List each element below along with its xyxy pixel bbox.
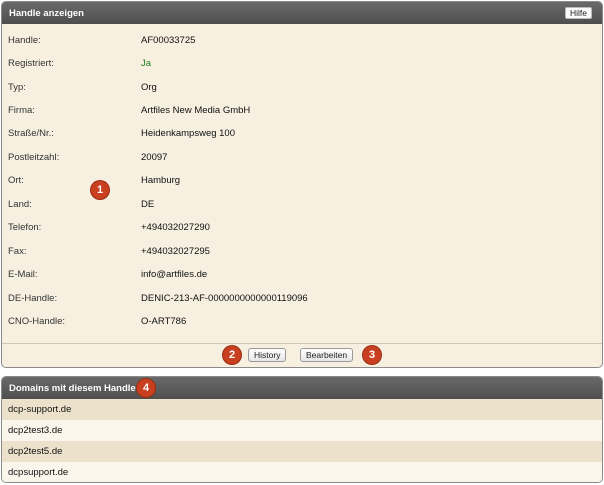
domains-panel: Domains mit diesem Handle 4 dcp-support.…: [1, 376, 603, 483]
help-button[interactable]: Hilfe: [564, 7, 592, 19]
field-label-de-handle: DE-Handle:: [8, 293, 58, 304]
field-row-fax: Fax: +494032027295: [2, 240, 602, 263]
field-value-postcode: 20097: [141, 152, 168, 163]
field-label-country: Land:: [8, 199, 32, 210]
domain-list-item[interactable]: dcp-support.de: [2, 399, 602, 420]
field-value-country: DE: [141, 199, 155, 210]
field-value-email: info@artfiles.de: [141, 269, 208, 280]
field-label-city: Ort:: [8, 175, 24, 186]
history-button[interactable]: History: [248, 348, 287, 362]
field-label-cno-handle: CNO-Handle:: [8, 316, 66, 327]
handle-panel-header: Handle anzeigen Hilfe: [2, 2, 602, 24]
domain-list-item[interactable]: dcp2test3.de: [2, 420, 602, 441]
field-label-phone: Telefon:: [8, 222, 42, 233]
action-bar: 2 History Bearbeiten 3: [2, 344, 602, 367]
field-value-handle: AF00033725: [141, 35, 196, 46]
field-row-country: Land: DE: [2, 193, 602, 216]
field-label-type: Typ:: [8, 82, 26, 93]
field-value-company: Artfiles New Media GmbH: [141, 105, 251, 116]
domain-list-item[interactable]: dcp2test5.de: [2, 441, 602, 462]
field-label-handle: Handle:: [8, 35, 41, 46]
field-value-de-handle: DENIC-213-AF-0000000000000119096: [141, 293, 308, 304]
field-value-city: Hamburg: [141, 175, 181, 186]
field-row-de-handle: DE-Handle: DENIC-213-AF-0000000000000119…: [2, 287, 602, 310]
field-label-company: Firma:: [8, 105, 35, 116]
field-value-phone: +494032027290: [141, 222, 210, 233]
field-value-registered: Ja: [141, 58, 152, 69]
callout-marker-2: 2: [223, 346, 241, 364]
field-value-cno-handle: O-ART786: [141, 316, 187, 327]
field-value-street: Heidenkampsweg 100: [141, 128, 236, 139]
domains-panel-header: Domains mit diesem Handle 4: [2, 377, 602, 399]
field-row-type: Typ: Org: [2, 76, 602, 99]
handle-panel: Handle anzeigen Hilfe Handle: AF00033725…: [1, 1, 603, 368]
handle-details: Handle: AF00033725 Registriert: Ja Typ: …: [2, 24, 602, 344]
field-row-email: E-Mail: info@artfiles.de: [2, 263, 602, 286]
domain-list: dcp-support.de dcp2test3.de dcp2test5.de…: [2, 399, 602, 482]
field-row-registered: Registriert: Ja: [2, 52, 602, 75]
field-row-postcode: Postleitzahl: 20097: [2, 146, 602, 169]
callout-marker-1: 1: [91, 181, 109, 199]
field-value-type: Org: [141, 82, 157, 93]
field-label-fax: Fax:: [8, 246, 27, 257]
edit-button[interactable]: Bearbeiten: [300, 348, 354, 362]
field-label-email: E-Mail:: [8, 269, 38, 280]
field-label-street: Straße/Nr.:: [8, 128, 54, 139]
field-row-handle: Handle: AF00033725: [2, 29, 602, 52]
field-row-phone: Telefon: +494032027290: [2, 216, 602, 239]
callout-marker-4: 4: [137, 379, 155, 397]
field-value-fax: +494032027295: [141, 246, 210, 257]
field-label-postcode: Postleitzahl:: [8, 152, 60, 163]
field-row-cno-handle: CNO-Handle: O-ART786: [2, 310, 602, 333]
domain-list-item[interactable]: dcpsupport.de: [2, 462, 602, 482]
field-row-street: Straße/Nr.: Heidenkampsweg 100: [2, 122, 602, 145]
field-row-company: Firma: Artfiles New Media GmbH: [2, 99, 602, 122]
field-label-registered: Registriert:: [8, 58, 54, 69]
domains-panel-title: Domains mit diesem Handle: [9, 382, 136, 394]
handle-panel-title: Handle anzeigen: [9, 7, 84, 19]
callout-marker-3: 3: [363, 346, 381, 364]
